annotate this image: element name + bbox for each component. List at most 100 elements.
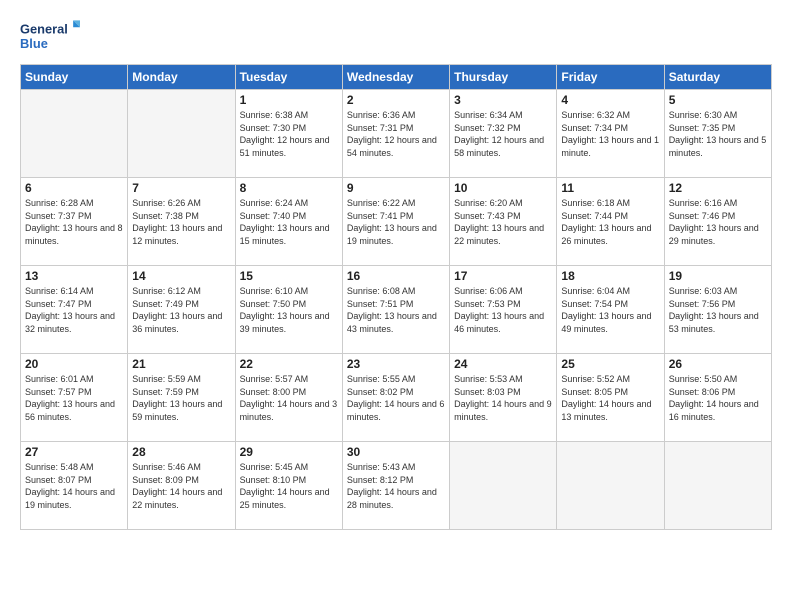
day-number: 21 <box>132 357 230 371</box>
calendar-cell <box>450 442 557 530</box>
calendar-cell: 16 Sunrise: 6:08 AM Sunset: 7:51 PM Dayli… <box>342 266 449 354</box>
calendar-cell: 8 Sunrise: 6:24 AM Sunset: 7:40 PM Daylig… <box>235 178 342 266</box>
day-number: 30 <box>347 445 445 459</box>
calendar-cell <box>21 90 128 178</box>
day-info: Sunrise: 6:03 AM Sunset: 7:56 PM Dayligh… <box>669 285 767 335</box>
day-info: Sunrise: 5:43 AM Sunset: 8:12 PM Dayligh… <box>347 461 445 511</box>
day-info: Sunrise: 6:04 AM Sunset: 7:54 PM Dayligh… <box>561 285 659 335</box>
day-info: Sunrise: 5:52 AM Sunset: 8:05 PM Dayligh… <box>561 373 659 423</box>
calendar-cell: 21 Sunrise: 5:59 AM Sunset: 7:59 PM Dayli… <box>128 354 235 442</box>
day-number: 9 <box>347 181 445 195</box>
day-info: Sunrise: 6:10 AM Sunset: 7:50 PM Dayligh… <box>240 285 338 335</box>
svg-text:General: General <box>20 21 68 36</box>
day-info: Sunrise: 5:55 AM Sunset: 8:02 PM Dayligh… <box>347 373 445 423</box>
day-number: 13 <box>25 269 123 283</box>
day-info: Sunrise: 6:18 AM Sunset: 7:44 PM Dayligh… <box>561 197 659 247</box>
calendar-cell: 2 Sunrise: 6:36 AM Sunset: 7:31 PM Daylig… <box>342 90 449 178</box>
calendar-cell: 12Sunrise: 6:16 AM Sunset: 7:46 PM Dayli… <box>664 178 771 266</box>
day-number: 19 <box>669 269 767 283</box>
day-number: 22 <box>240 357 338 371</box>
day-number: 27 <box>25 445 123 459</box>
day-info: Sunrise: 6:08 AM Sunset: 7:51 PM Dayligh… <box>347 285 445 335</box>
logo: General Blue <box>20 16 80 54</box>
day-info: Sunrise: 6:36 AM Sunset: 7:31 PM Dayligh… <box>347 109 445 159</box>
day-info: Sunrise: 6:32 AM Sunset: 7:34 PM Dayligh… <box>561 109 659 159</box>
day-number: 18 <box>561 269 659 283</box>
day-number: 26 <box>669 357 767 371</box>
calendar-cell: 3 Sunrise: 6:34 AM Sunset: 7:32 PM Daylig… <box>450 90 557 178</box>
day-number: 2 <box>347 93 445 107</box>
calendar-cell: 4 Sunrise: 6:32 AM Sunset: 7:34 PM Daylig… <box>557 90 664 178</box>
calendar-cell <box>557 442 664 530</box>
calendar-cell: 18 Sunrise: 6:04 AM Sunset: 7:54 PM Dayli… <box>557 266 664 354</box>
calendar-cell: 29 Sunrise: 5:45 AM Sunset: 8:10 PM Dayli… <box>235 442 342 530</box>
day-info: Sunrise: 6:06 AM Sunset: 7:53 PM Dayligh… <box>454 285 552 335</box>
calendar-cell: 1 Sunrise: 6:38 AM Sunset: 7:30 PM Daylig… <box>235 90 342 178</box>
calendar-cell: 9Sunrise: 6:22 AM Sunset: 7:41 PM Daylig… <box>342 178 449 266</box>
day-number: 25 <box>561 357 659 371</box>
page: General Blue SundayMondayTuesdayWednesda… <box>0 0 792 612</box>
day-info: Sunrise: 5:45 AM Sunset: 8:10 PM Dayligh… <box>240 461 338 511</box>
calendar-cell: 25 Sunrise: 5:52 AM Sunset: 8:05 PM Dayli… <box>557 354 664 442</box>
calendar-week-row: 13Sunrise: 6:14 AM Sunset: 7:47 PM Dayli… <box>21 266 772 354</box>
weekday-header: Saturday <box>664 65 771 90</box>
weekday-header: Tuesday <box>235 65 342 90</box>
day-number: 29 <box>240 445 338 459</box>
calendar-week-row: 6 Sunrise: 6:28 AM Sunset: 7:37 PM Daylig… <box>21 178 772 266</box>
day-info: Sunrise: 6:01 AM Sunset: 7:57 PM Dayligh… <box>25 373 123 423</box>
calendar-week-row: 1 Sunrise: 6:38 AM Sunset: 7:30 PM Daylig… <box>21 90 772 178</box>
day-number: 24 <box>454 357 552 371</box>
day-number: 28 <box>132 445 230 459</box>
calendar-cell: 20 Sunrise: 6:01 AM Sunset: 7:57 PM Dayli… <box>21 354 128 442</box>
day-info: Sunrise: 5:57 AM Sunset: 8:00 PM Dayligh… <box>240 373 338 423</box>
day-info: Sunrise: 6:26 AM Sunset: 7:38 PM Dayligh… <box>132 197 230 247</box>
day-number: 16 <box>347 269 445 283</box>
logo-svg: General Blue <box>20 16 80 54</box>
calendar-table: SundayMondayTuesdayWednesdayThursdayFrid… <box>20 64 772 530</box>
calendar-cell <box>128 90 235 178</box>
calendar-cell: 10 Sunrise: 6:20 AM Sunset: 7:43 PM Dayli… <box>450 178 557 266</box>
day-info: Sunrise: 5:53 AM Sunset: 8:03 PM Dayligh… <box>454 373 552 423</box>
calendar-cell: 15 Sunrise: 6:10 AM Sunset: 7:50 PM Dayli… <box>235 266 342 354</box>
calendar-cell: 28 Sunrise: 5:46 AM Sunset: 8:09 PM Dayli… <box>128 442 235 530</box>
day-number: 10 <box>454 181 552 195</box>
calendar-cell: 13Sunrise: 6:14 AM Sunset: 7:47 PM Dayli… <box>21 266 128 354</box>
calendar-cell: 19 Sunrise: 6:03 AM Sunset: 7:56 PM Dayli… <box>664 266 771 354</box>
day-info: Sunrise: 5:59 AM Sunset: 7:59 PM Dayligh… <box>132 373 230 423</box>
day-info: Sunrise: 5:48 AM Sunset: 8:07 PM Dayligh… <box>25 461 123 511</box>
header: General Blue <box>20 16 772 54</box>
day-number: 4 <box>561 93 659 107</box>
day-number: 15 <box>240 269 338 283</box>
calendar-cell <box>664 442 771 530</box>
day-info: Sunrise: 6:38 AM Sunset: 7:30 PM Dayligh… <box>240 109 338 159</box>
day-number: 7 <box>132 181 230 195</box>
calendar-week-row: 20 Sunrise: 6:01 AM Sunset: 7:57 PM Dayli… <box>21 354 772 442</box>
calendar-cell: 23 Sunrise: 5:55 AM Sunset: 8:02 PM Dayli… <box>342 354 449 442</box>
day-number: 5 <box>669 93 767 107</box>
calendar-cell: 24 Sunrise: 5:53 AM Sunset: 8:03 PM Dayli… <box>450 354 557 442</box>
day-info: Sunrise: 6:24 AM Sunset: 7:40 PM Dayligh… <box>240 197 338 247</box>
day-number: 11 <box>561 181 659 195</box>
calendar-cell: 26 Sunrise: 5:50 AM Sunset: 8:06 PM Dayli… <box>664 354 771 442</box>
day-number: 3 <box>454 93 552 107</box>
day-info: Sunrise: 5:46 AM Sunset: 8:09 PM Dayligh… <box>132 461 230 511</box>
day-number: 8 <box>240 181 338 195</box>
day-number: 6 <box>25 181 123 195</box>
svg-text:Blue: Blue <box>20 36 48 51</box>
weekday-header: Friday <box>557 65 664 90</box>
calendar-cell: 7 Sunrise: 6:26 AM Sunset: 7:38 PM Daylig… <box>128 178 235 266</box>
day-info: Sunrise: 6:12 AM Sunset: 7:49 PM Dayligh… <box>132 285 230 335</box>
day-number: 23 <box>347 357 445 371</box>
day-info: Sunrise: 6:34 AM Sunset: 7:32 PM Dayligh… <box>454 109 552 159</box>
day-info: Sunrise: 6:16 AM Sunset: 7:46 PM Dayligh… <box>669 197 767 247</box>
calendar-cell: 5Sunrise: 6:30 AM Sunset: 7:35 PM Daylig… <box>664 90 771 178</box>
weekday-header: Wednesday <box>342 65 449 90</box>
day-number: 20 <box>25 357 123 371</box>
weekday-header-row: SundayMondayTuesdayWednesdayThursdayFrid… <box>21 65 772 90</box>
calendar-cell: 6 Sunrise: 6:28 AM Sunset: 7:37 PM Daylig… <box>21 178 128 266</box>
day-info: Sunrise: 6:28 AM Sunset: 7:37 PM Dayligh… <box>25 197 123 247</box>
day-number: 1 <box>240 93 338 107</box>
day-number: 14 <box>132 269 230 283</box>
day-info: Sunrise: 5:50 AM Sunset: 8:06 PM Dayligh… <box>669 373 767 423</box>
day-info: Sunrise: 6:20 AM Sunset: 7:43 PM Dayligh… <box>454 197 552 247</box>
